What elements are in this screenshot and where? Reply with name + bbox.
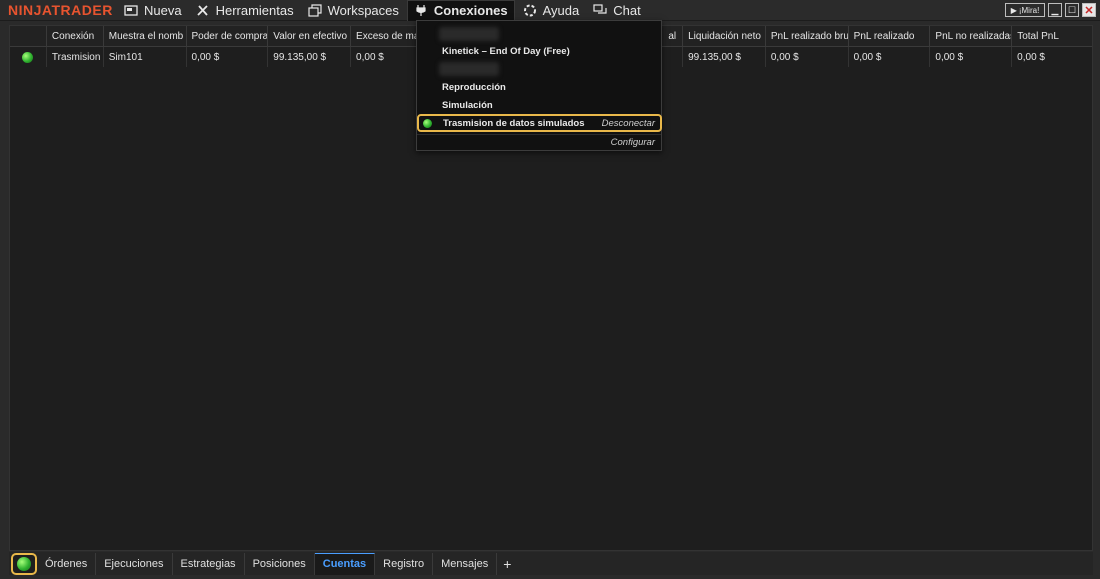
connected-status-icon — [22, 51, 33, 63]
connections-dropdown: Kinetick – End Of Day (Free) Reproducció… — [416, 20, 662, 151]
tools-icon — [196, 4, 208, 16]
dropdown-divider — [417, 134, 661, 135]
add-tab-button[interactable]: + — [497, 556, 517, 572]
connected-status-icon — [423, 119, 432, 128]
connection-status-button[interactable] — [11, 552, 37, 575]
close-icon: ✕ — [1084, 4, 1094, 17]
redacted-connection-2[interactable] — [439, 62, 499, 76]
chat-icon — [593, 3, 607, 14]
maximize-icon: ☐ — [1067, 4, 1077, 15]
cell-pnl-realizado: 0,00 $ — [849, 47, 931, 67]
play-icon: ▶ — [1010, 5, 1017, 15]
ninjatrader-logo: NINJATRADER — [8, 2, 113, 18]
trasmision-label: Trasmision de datos simulados — [443, 118, 585, 129]
cell-pnl-realizado-bruto: 0,00 $ — [766, 47, 849, 67]
maximize-button[interactable]: ☐ — [1065, 3, 1079, 17]
menu-item-trasmision-simulados[interactable]: Trasmision de datos simulados Desconecta… — [417, 114, 662, 132]
column-header-pnl-no-realizadas[interactable]: PnL no realizadas — [930, 26, 1013, 46]
menu-item-reproduccion[interactable]: Reproducción — [442, 82, 506, 93]
menu-herramientas-label: Herramientas — [215, 2, 294, 18]
tab-posiciones[interactable]: Posiciones — [245, 552, 315, 575]
bottom-tab-bar: Órdenes Ejecuciones Estrategias Posicion… — [9, 552, 1093, 575]
column-header-total-pnl[interactable]: Total PnL — [1012, 26, 1092, 46]
tab-mensajes[interactable]: Mensajes — [433, 552, 498, 575]
menu-nueva[interactable]: Nueva — [118, 0, 188, 21]
connected-status-icon — [17, 556, 31, 571]
column-header-poder-compra[interactable]: Poder de compra — [187, 26, 269, 46]
column-header-pnl-realizado-bruto[interactable]: PnL realizado bru — [766, 26, 849, 46]
cell-total-pnl: 0,00 $ — [1017, 51, 1045, 63]
redacted-connection-1[interactable] — [439, 27, 499, 41]
menu-bar: NINJATRADER Nueva Herramientas Workspace… — [0, 0, 1100, 21]
status-cell — [10, 47, 47, 67]
help-icon — [523, 4, 536, 16]
cell-pnl-no-realizadas: 0,00 $ — [930, 47, 1013, 67]
disconnect-link[interactable]: Desconectar — [602, 118, 655, 129]
plug-icon — [416, 5, 426, 16]
menu-conexiones-label: Conexiones — [433, 3, 508, 18]
menu-chat-label: Chat — [613, 2, 641, 18]
mira-button[interactable]: ▶ ¡Mira! — [1005, 3, 1045, 17]
menu-conexiones[interactable]: Conexiones — [406, 0, 515, 21]
menu-item-kinetick[interactable]: Kinetick – End Of Day (Free) — [442, 46, 570, 57]
tab-estrategias[interactable]: Estrategias — [173, 552, 245, 575]
menu-ayuda-label: Ayuda — [542, 2, 580, 18]
cell-nombre: Sim101 — [104, 47, 187, 67]
cell-valor-efectivo: 99.135,00 $ — [268, 47, 352, 67]
menu-nueva-label: Nueva — [144, 2, 182, 18]
minimize-icon: ▁ — [1051, 4, 1059, 15]
menu-ayuda[interactable]: Ayuda — [517, 0, 586, 21]
window-controls: ▶ ¡Mira! ▁ ☐ ✕ — [1005, 3, 1096, 17]
menu-herramientas[interactable]: Herramientas — [190, 0, 300, 21]
column-header-conexion[interactable]: Conexión — [47, 26, 104, 46]
workspaces-icon — [308, 3, 322, 17]
column-header-liquidacion[interactable]: Liquidación neto — [683, 26, 766, 46]
tab-ordenes[interactable]: Órdenes — [37, 552, 97, 575]
menu-workspaces-label: Workspaces — [327, 2, 399, 18]
menu-chat[interactable]: Chat — [587, 0, 646, 21]
cell-liquidacion: 99.135,00 $ — [683, 47, 766, 67]
minimize-button[interactable]: ▁ — [1048, 3, 1062, 17]
window-icon — [124, 4, 138, 16]
menu-item-simulacion[interactable]: Simulación — [442, 100, 493, 111]
menu-workspaces[interactable]: Workspaces — [302, 0, 405, 21]
mira-label: ¡Mira! — [1018, 5, 1040, 15]
cell-conexion: Trasmision — [47, 47, 104, 67]
column-header-valor-efectivo[interactable]: Valor en efectivo — [268, 26, 352, 46]
column-header-nombre[interactable]: Muestra el nomb — [104, 26, 187, 46]
cell-poder-compra: 0,00 $ — [187, 47, 269, 67]
close-button[interactable]: ✕ — [1082, 3, 1096, 17]
configure-link[interactable]: Configurar — [611, 137, 655, 148]
tab-ejecuciones[interactable]: Ejecuciones — [96, 552, 173, 575]
column-header-pnl-realizado[interactable]: PnL realizado — [849, 26, 931, 46]
tab-cuentas[interactable]: Cuentas — [314, 552, 376, 575]
tab-registro[interactable]: Registro — [375, 552, 434, 575]
column-header-status[interactable] — [10, 26, 47, 46]
